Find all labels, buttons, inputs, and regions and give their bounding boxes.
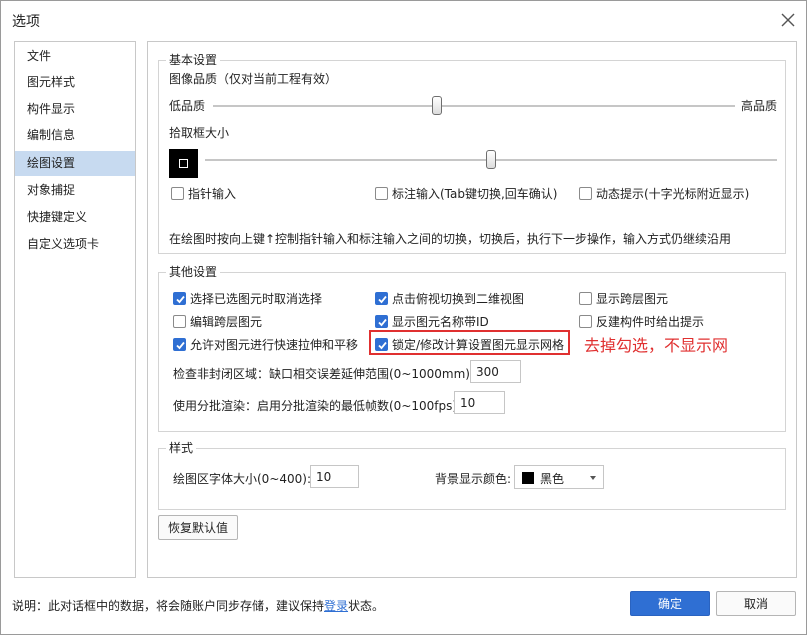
high-quality-label: 高品质: [741, 99, 778, 113]
ok-button[interactable]: 确定: [630, 591, 710, 616]
chevron-down-icon: [590, 476, 596, 480]
top-view-2d-checkbox[interactable]: 点击俯视切换到二维视图: [375, 290, 524, 306]
nav-item-drawing-settings[interactable]: 绘图设置: [15, 151, 135, 176]
settings-panel: 基本设置 图像品质（仅对当前工程有效） 低品质 高品质 拾取框大小 指针输入 标…: [147, 41, 797, 578]
pick-box-preview: [169, 149, 198, 178]
checkbox-label: 显示图元名称带ID: [392, 314, 489, 329]
cancel-button[interactable]: 取消: [716, 591, 796, 616]
checkbox-label: 显示跨层图元: [596, 291, 669, 306]
quick-stretch-move-checkbox[interactable]: 允许对图元进行快速拉伸和平移: [173, 336, 358, 352]
checkbox-box: [579, 186, 592, 200]
options-nav: 文件 图元样式 构件显示 编制信息 绘图设置 对象捕捉 快捷键定义 自定义选项卡: [14, 41, 136, 578]
close-icon: [781, 13, 795, 27]
image-quality-track: [213, 105, 735, 107]
checkbox-box: [375, 186, 388, 200]
checkbox-label: 标注输入(Tab键切换,回车确认): [392, 186, 558, 201]
reverse-build-hint-checkbox[interactable]: 反建构件时给出提示: [579, 313, 704, 329]
gap-range-input[interactable]: [470, 360, 521, 383]
pick-box-size-slider[interactable]: [486, 150, 496, 169]
nav-item-component-display[interactable]: 构件显示: [15, 97, 135, 122]
image-quality-label: 图像品质（仅对当前工程有效）: [169, 72, 338, 86]
bg-color-label: 背景显示颜色:: [435, 472, 512, 486]
checkbox-box: [171, 186, 184, 200]
edit-cross-layer-checkbox[interactable]: 编辑跨层图元: [173, 313, 262, 329]
show-name-with-id-checkbox[interactable]: 显示图元名称带ID: [375, 313, 489, 329]
dynamic-hint-checkbox[interactable]: 动态提示(十字光标附近显示): [579, 185, 749, 201]
nav-item-object-snap[interactable]: 对象捕捉: [15, 178, 135, 203]
checkbox-box: [579, 291, 592, 305]
annotation-text: 去掉勾选，不显示网: [584, 336, 729, 355]
highlight-box: [369, 330, 570, 355]
other-settings-title: 其他设置: [166, 265, 221, 279]
checkbox-label: 选择已选图元时取消选择: [190, 291, 323, 306]
low-quality-label: 低品质: [169, 99, 206, 113]
nav-item-element-style[interactable]: 图元样式: [15, 70, 135, 95]
title-bar: 选项: [1, 1, 806, 39]
font-size-input[interactable]: [310, 465, 359, 488]
checkbox-label: 反建构件时给出提示: [596, 314, 705, 329]
dimension-input-checkbox[interactable]: 标注输入(Tab键切换,回车确认): [375, 185, 558, 201]
pointer-input-checkbox[interactable]: 指针输入: [171, 185, 236, 201]
restore-defaults-button[interactable]: 恢复默认值: [158, 515, 238, 540]
checkbox-label: 指针输入: [188, 186, 237, 201]
checkbox-box: [173, 314, 186, 328]
color-swatch: [522, 472, 534, 484]
basic-settings-group: 基本设置 图像品质（仅对当前工程有效） 低品质 高品质 拾取框大小 指针输入 标…: [158, 53, 786, 254]
nav-item-shortcut-keys[interactable]: 快捷键定义: [15, 205, 135, 230]
options-dialog: 选项 文件 图元样式 构件显示 编制信息 绘图设置 对象捕捉 快捷键定义 自定义…: [0, 0, 807, 635]
footer-note-suffix: 状态。: [348, 599, 385, 613]
close-button[interactable]: [779, 11, 797, 29]
input-switch-description: 在绘图时按向上键↑控制指针输入和标注输入之间的切换，切换后，执行下一步操作，输入…: [169, 232, 732, 246]
checkbox-label: 允许对图元进行快速拉伸和平移: [190, 337, 359, 352]
deselect-on-select-checkbox[interactable]: 选择已选图元时取消选择: [173, 290, 322, 306]
nav-item-compile-info[interactable]: 编制信息: [15, 123, 135, 148]
footer-note-text: 说明：此对话框中的数据，将会随账户同步存储，建议保持: [12, 599, 325, 613]
checkbox-label: 点击俯视切换到二维视图: [392, 291, 525, 306]
nav-item-file[interactable]: 文件: [15, 44, 135, 69]
checkbox-label: 动态提示(十字光标附近显示): [596, 186, 750, 201]
batch-render-input[interactable]: [454, 391, 505, 414]
bg-color-dropdown[interactable]: 黑色: [514, 465, 604, 489]
bg-color-value: 黑色: [540, 472, 565, 486]
checkbox-box: [173, 291, 186, 305]
login-link[interactable]: 登录: [324, 599, 348, 613]
basic-settings-title: 基本设置: [166, 53, 221, 67]
show-cross-layer-checkbox[interactable]: 显示跨层图元: [579, 290, 668, 306]
batch-render-label: 使用分批渲染：启用分批渲染的最低帧数(0~100fps):: [173, 399, 462, 413]
checkbox-box: [579, 314, 592, 328]
style-group: 样式 绘图区字体大小(0~400): 背景显示颜色: 黑色: [158, 441, 786, 510]
gap-range-label: 检查非封闭区域：缺口相交误差延伸范围(0~1000mm):: [173, 367, 475, 381]
checkbox-label: 编辑跨层图元: [190, 314, 263, 329]
checkbox-box: [375, 314, 388, 328]
dialog-title: 选项: [12, 14, 40, 30]
font-size-label: 绘图区字体大小(0~400):: [173, 472, 312, 486]
pick-box-size-label: 拾取框大小: [169, 126, 230, 140]
checkbox-box: [173, 337, 186, 351]
nav-item-custom-tabs[interactable]: 自定义选项卡: [15, 232, 135, 257]
image-quality-slider[interactable]: [432, 96, 443, 115]
checkbox-box: [375, 291, 388, 305]
footer-note: 说明：此对话框中的数据，将会随账户同步存储，建议保持登录状态。: [12, 597, 384, 614]
style-title: 样式: [166, 441, 197, 455]
